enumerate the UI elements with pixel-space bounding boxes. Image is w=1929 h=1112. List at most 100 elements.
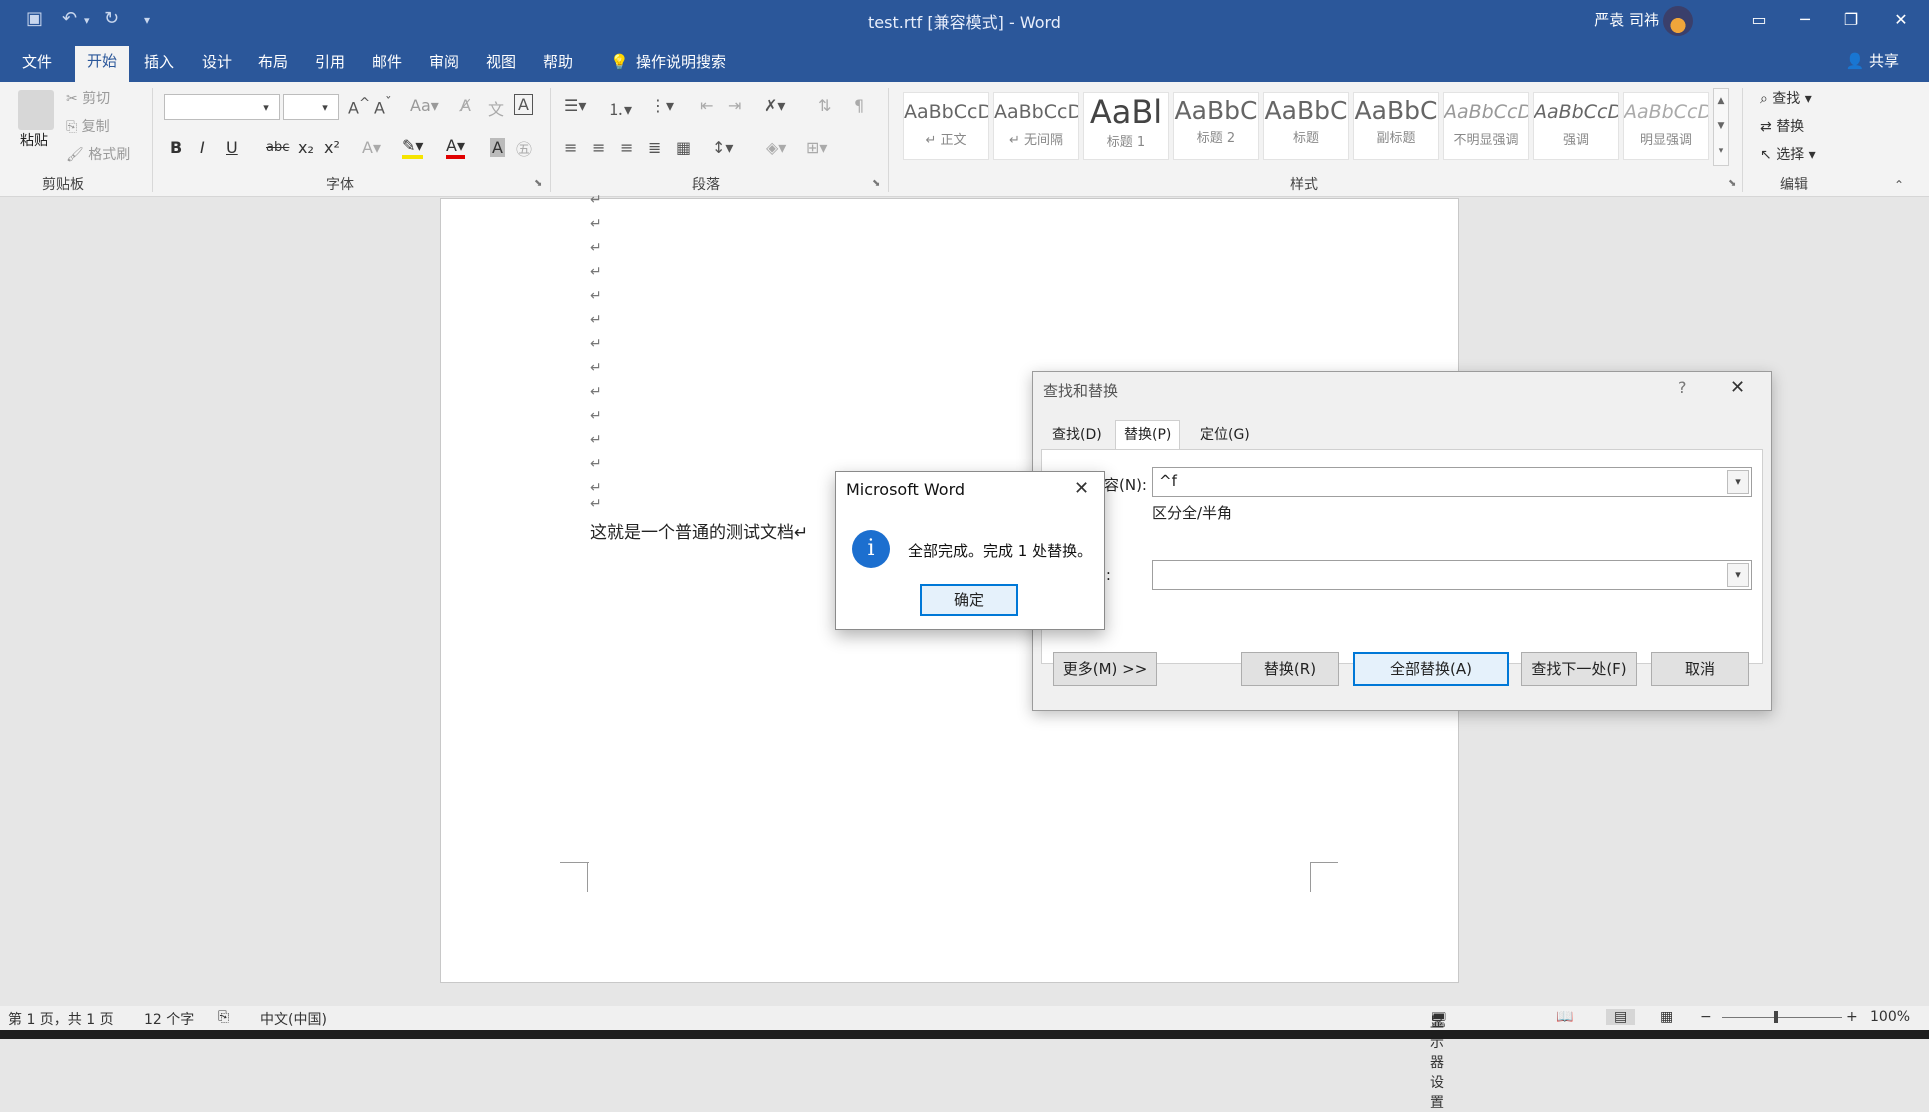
tab-help[interactable]: 帮助 [531,48,585,82]
chevron-down-icon[interactable]: ▾ [314,97,336,121]
close-icon[interactable]: ✕ [1873,0,1929,40]
avatar[interactable] [1663,6,1693,36]
chevron-down-icon[interactable]: ▾ [255,97,277,121]
align-left-icon[interactable]: ≡ [564,138,577,157]
web-layout-icon[interactable]: ▦ [1660,1009,1673,1025]
tab-find[interactable]: 查找(D) [1043,420,1111,450]
paragraph-dialog-launcher-icon[interactable]: ⬊ [872,178,880,189]
italic-icon[interactable]: I [200,138,205,157]
char-border-icon[interactable]: A [514,94,533,115]
justify-icon[interactable]: ≣ [648,138,661,157]
tab-references[interactable]: 引用 [303,48,357,82]
align-right-icon[interactable]: ≡ [620,138,633,157]
tab-file[interactable]: 文件 [10,48,64,82]
multilevel-list-icon[interactable]: ⋮▾ [650,96,674,115]
copy-button[interactable]: ⎘ 复制 [66,116,110,136]
zoom-slider[interactable] [1722,1017,1842,1018]
clear-format-icon[interactable]: A̸ [460,96,471,115]
find-next-button[interactable]: 查找下一处(F) [1521,652,1637,686]
strikethrough-icon[interactable]: abc [266,140,289,155]
font-name-combo[interactable]: ▾ [164,94,280,120]
replace-button[interactable]: 替换(R) [1241,652,1339,686]
font-color-icon[interactable]: A▾ [446,136,465,159]
shrink-font-icon[interactable]: Aˇ [374,96,392,117]
tell-me-search[interactable]: 操作说明搜索 [624,48,738,82]
paste-icon[interactable] [18,90,54,130]
sort-icon[interactable]: ⇅ [818,96,831,115]
font-dialog-launcher-icon[interactable]: ⬊ [534,178,542,189]
char-shading-icon[interactable]: A [490,138,505,157]
style-title[interactable]: AaBbC 标题 [1263,92,1349,160]
tab-review[interactable]: 审阅 [417,48,471,82]
styles-scroll[interactable]: ▲ ▼ ▾ [1713,88,1729,166]
tab-goto[interactable]: 定位(G) [1191,420,1259,450]
bullets-icon[interactable]: ☰▾ [564,96,586,115]
share-button[interactable]: 👤 共享 [1846,50,1899,71]
close-icon[interactable]: ✕ [1074,478,1089,499]
style-subtitle[interactable]: AaBbC 副标题 [1353,92,1439,160]
collapse-ribbon-icon[interactable]: ⌃ [1894,178,1904,192]
tab-insert[interactable]: 插入 [132,48,186,82]
bold-icon[interactable]: B [170,138,182,157]
borders-icon[interactable]: ⊞▾ [806,138,827,157]
tab-layout[interactable]: 布局 [246,48,300,82]
read-mode-icon[interactable]: 📖 [1556,1009,1573,1025]
more-button[interactable]: 更多(M) >> [1053,652,1157,686]
increase-indent-icon[interactable]: ⇥ [728,96,741,115]
proofing-icon[interactable]: ⎘ [218,1009,229,1025]
underline-icon[interactable]: U [226,138,238,157]
format-painter-button[interactable]: 🖌 格式刷 [66,144,130,164]
print-layout-icon[interactable]: ▤ [1606,1009,1636,1025]
style-normal[interactable]: AaBbCcDc ↵ 正文 [903,92,989,160]
highlight-icon[interactable]: ✎▾ [402,136,424,159]
find-button[interactable]: ⌕ 查找 ▾ [1760,88,1812,108]
style-heading-1[interactable]: AaBl 标题 1 [1083,92,1169,160]
show-marks-icon[interactable]: ¶ [854,96,864,115]
find-what-input[interactable]: ^f ▾ [1152,467,1752,497]
align-center-icon[interactable]: ≡ [592,138,605,157]
replace-button[interactable]: ⇄ 替换 [1760,116,1804,136]
chinese-layout-icon[interactable]: ✗▾ [764,96,785,115]
numbering-icon[interactable]: ⒈▾ [608,96,632,120]
style-emphasis[interactable]: AaBbCcDı 强调 [1533,92,1619,160]
help-icon[interactable]: ? [1678,378,1687,397]
chevron-down-icon[interactable]: ▾ [1727,470,1749,494]
tab-mailings[interactable]: 邮件 [360,48,414,82]
restore-icon[interactable]: ❐ [1823,0,1879,40]
text-effects-icon[interactable]: A▾ [362,138,381,157]
chevron-down-icon[interactable]: ▾ [1727,563,1749,587]
replace-with-input[interactable]: ▾ [1152,560,1752,590]
user-name[interactable]: 严袁 司祎 [1594,9,1659,30]
zoom-slider-handle[interactable] [1774,1011,1778,1023]
zoom-out-icon[interactable]: − [1700,1009,1712,1025]
replace-all-button[interactable]: 全部替换(A) [1353,652,1509,686]
language[interactable]: 中文(中国) [260,1009,327,1029]
page-count[interactable]: 第 1 页，共 1 页 [8,1009,114,1029]
distributed-icon[interactable]: ▦ [676,138,691,157]
font-size-combo[interactable]: ▾ [283,94,339,120]
enclose-char-icon[interactable]: ㊄ [516,136,532,160]
change-case-icon[interactable]: Aa▾ [410,96,439,115]
line-spacing-icon[interactable]: ↕▾ [712,138,733,157]
tab-replace[interactable]: 替换(P) [1115,420,1181,450]
shading-icon[interactable]: ◈▾ [766,138,786,157]
superscript-icon[interactable]: x² [324,138,340,157]
cut-button[interactable]: ✂ 剪切 [66,88,110,108]
style-no-spacing[interactable]: AaBbCcDc ↵ 无间隔 [993,92,1079,160]
select-button[interactable]: ↖ 选择 ▾ [1760,144,1816,164]
paste-button[interactable]: 粘贴 [20,130,48,150]
tab-view[interactable]: 视图 [474,48,528,82]
decrease-indent-icon[interactable]: ⇤ [700,96,713,115]
zoom-in-icon[interactable]: + [1846,1009,1858,1025]
subscript-icon[interactable]: x₂ [298,138,314,157]
style-intense-emphasis[interactable]: AaBbCcDı 明显强调 [1623,92,1709,160]
tab-design[interactable]: 设计 [190,48,244,82]
zoom-level[interactable]: 100% [1870,1009,1910,1025]
cancel-button[interactable]: 取消 [1651,652,1749,686]
grow-font-icon[interactable]: A^ [348,96,370,117]
style-subtle-emphasis[interactable]: AaBbCcDı 不明显强调 [1443,92,1529,160]
ok-button[interactable]: 确定 [920,584,1018,616]
style-heading-2[interactable]: AaBbC 标题 2 [1173,92,1259,160]
close-icon[interactable]: ✕ [1730,377,1745,398]
tab-home[interactable]: 开始 [75,46,130,82]
